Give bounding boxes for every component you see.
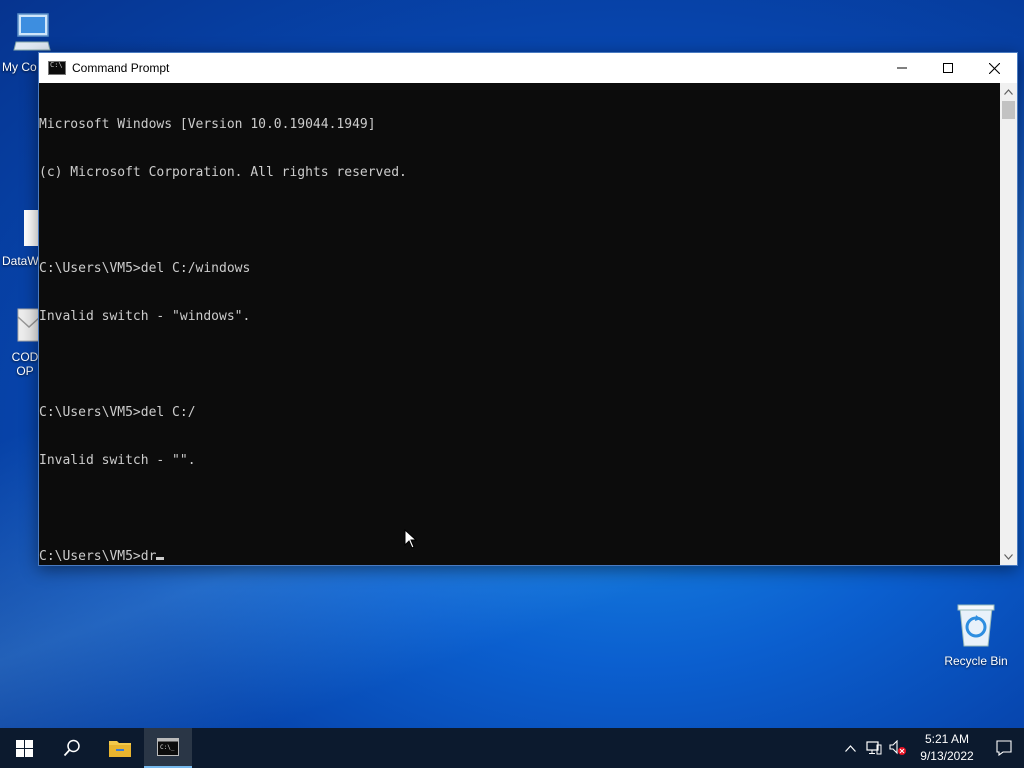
window-title: Command Prompt [72, 61, 170, 75]
desktop-icon-label: COD [11, 350, 39, 364]
search-icon [63, 739, 80, 757]
scroll-down-button[interactable] [1000, 548, 1017, 565]
chevron-down-icon [1004, 553, 1013, 560]
desktop-icon-label: DataW [2, 254, 39, 268]
mail-icon [17, 308, 41, 342]
minimize-button[interactable] [879, 53, 925, 83]
clock-time: 5:21 AM [924, 732, 970, 746]
desktop-icon-cod[interactable]: COD OP [10, 305, 41, 378]
command-prompt-window[interactable]: C:\ Command Prompt Microsoft Windows [Ve… [38, 52, 1018, 566]
desktop-icon-dataw[interactable]: DataW [2, 208, 42, 268]
console-line: (c) Microsoft Corporation. All rights re… [39, 165, 407, 180]
taskbar: C:\_ 5:21 AM 9/13/2022 [0, 728, 1024, 768]
mouse-pointer-icon [404, 529, 418, 549]
clock-date: 9/13/2022 [920, 749, 974, 763]
text-cursor [156, 557, 165, 560]
taskbar-file-explorer[interactable] [96, 728, 144, 768]
desktop-icon-label: Recycle Bin [944, 654, 1008, 668]
scroll-up-button[interactable] [1000, 83, 1017, 100]
command-prompt-icon: C:\_ [157, 738, 179, 756]
file-icon [24, 210, 42, 246]
notification-icon [996, 740, 1012, 756]
chevron-up-icon [1004, 88, 1013, 95]
system-tray: 5:21 AM 9/13/2022 [838, 728, 1024, 768]
desktop-icon-recycle-bin[interactable]: Recycle Bin [936, 602, 1016, 668]
network-button[interactable] [862, 741, 886, 755]
file-explorer-icon [109, 741, 131, 757]
vertical-scrollbar[interactable] [1000, 83, 1017, 565]
console-output[interactable]: Microsoft Windows [Version 10.0.19044.19… [39, 83, 1000, 565]
volume-button[interactable] [886, 740, 910, 756]
close-icon [988, 62, 1000, 74]
show-hidden-icons-button[interactable] [838, 744, 862, 752]
console-prompt: C:\Users\VM5>dr [39, 549, 157, 564]
title-bar[interactable]: C:\ Command Prompt [39, 53, 1017, 83]
maximize-icon [943, 63, 953, 73]
desktop-icon-label-2: OP [16, 364, 34, 378]
command-prompt-icon: C:\ [48, 61, 66, 75]
taskbar-command-prompt[interactable]: C:\_ [144, 728, 192, 768]
volume-muted-icon [889, 740, 906, 755]
console-line: C:\Users\VM5>del C:/windows [39, 261, 251, 276]
chevron-up-icon [844, 744, 856, 752]
recycle-bin-icon [957, 604, 995, 647]
notification-center-button[interactable] [984, 728, 1024, 768]
scrollbar-thumb[interactable] [1002, 101, 1015, 119]
console-input-line[interactable]: C:\Users\VM5>dr [39, 549, 1000, 565]
console-line: Invalid switch - "". [39, 453, 196, 468]
svg-text:C:\_: C:\_ [160, 744, 175, 751]
network-icon [866, 741, 882, 755]
maximize-button[interactable] [925, 53, 971, 83]
console-line: C:\Users\VM5>del C:/ [39, 405, 196, 420]
search-button[interactable] [48, 728, 96, 768]
clock[interactable]: 5:21 AM 9/13/2022 [910, 731, 984, 765]
console-line: Microsoft Windows [Version 10.0.19044.19… [39, 117, 376, 132]
start-icon [15, 739, 33, 757]
minimize-icon [897, 67, 907, 69]
close-button[interactable] [971, 53, 1017, 83]
start-button[interactable] [0, 728, 48, 768]
computer-icon [13, 13, 51, 51]
console-line: Invalid switch - "windows". [39, 309, 251, 324]
